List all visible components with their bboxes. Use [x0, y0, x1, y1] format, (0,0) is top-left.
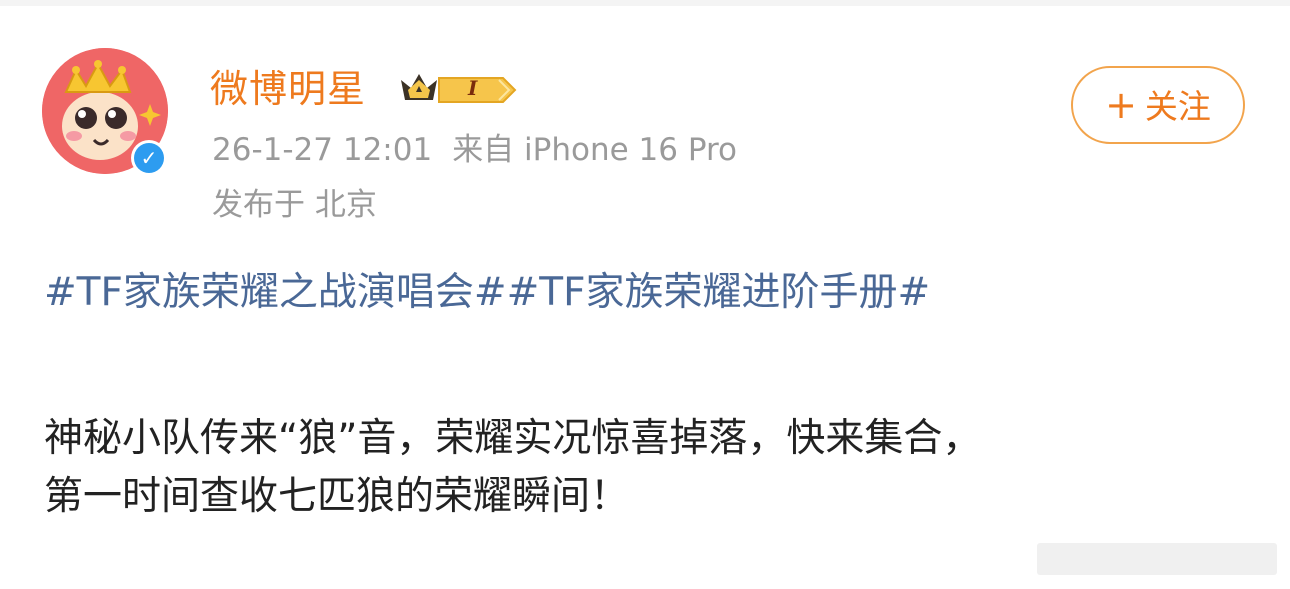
author-name[interactable]: 微博明星 — [210, 64, 366, 114]
post-source: 来自 iPhone 16 Pro — [452, 132, 738, 168]
hashtag-link[interactable]: #TF家族荣耀进阶手册# — [507, 270, 931, 315]
vip-level-label: I — [468, 76, 478, 100]
hashtag-line: #TF家族荣耀之战演唱会##TF家族荣耀进阶手册# — [44, 268, 930, 318]
post-meta: 26-1-27 12:01 来自 iPhone 16 Pro — [212, 130, 737, 170]
plus-icon: + — [1105, 83, 1137, 127]
watermark — [1037, 543, 1277, 575]
verified-icon: ✓ — [131, 140, 167, 176]
follow-button[interactable]: + 关注 — [1071, 66, 1245, 144]
post-location: 发布于 北京 — [212, 187, 377, 223]
post-body: 神秘小队传来“狼”音，荣耀实况惊喜掉落，快来集合， 第一时间查收七匹狼的荣耀瞬间… — [44, 410, 1244, 526]
follow-label: 关注 — [1144, 87, 1211, 126]
post-time[interactable]: 26-1-27 12:01 — [212, 132, 432, 168]
hashtag-link[interactable]: #TF家族荣耀之战演唱会# — [44, 270, 507, 315]
post-body-line: 第一时间查收七匹狼的荣耀瞬间！ — [44, 474, 630, 519]
vip-crown-icon[interactable] — [399, 66, 517, 110]
post-body-line: 神秘小队传来“狼”音，荣耀实况惊喜掉落，快来集合， — [44, 416, 982, 461]
